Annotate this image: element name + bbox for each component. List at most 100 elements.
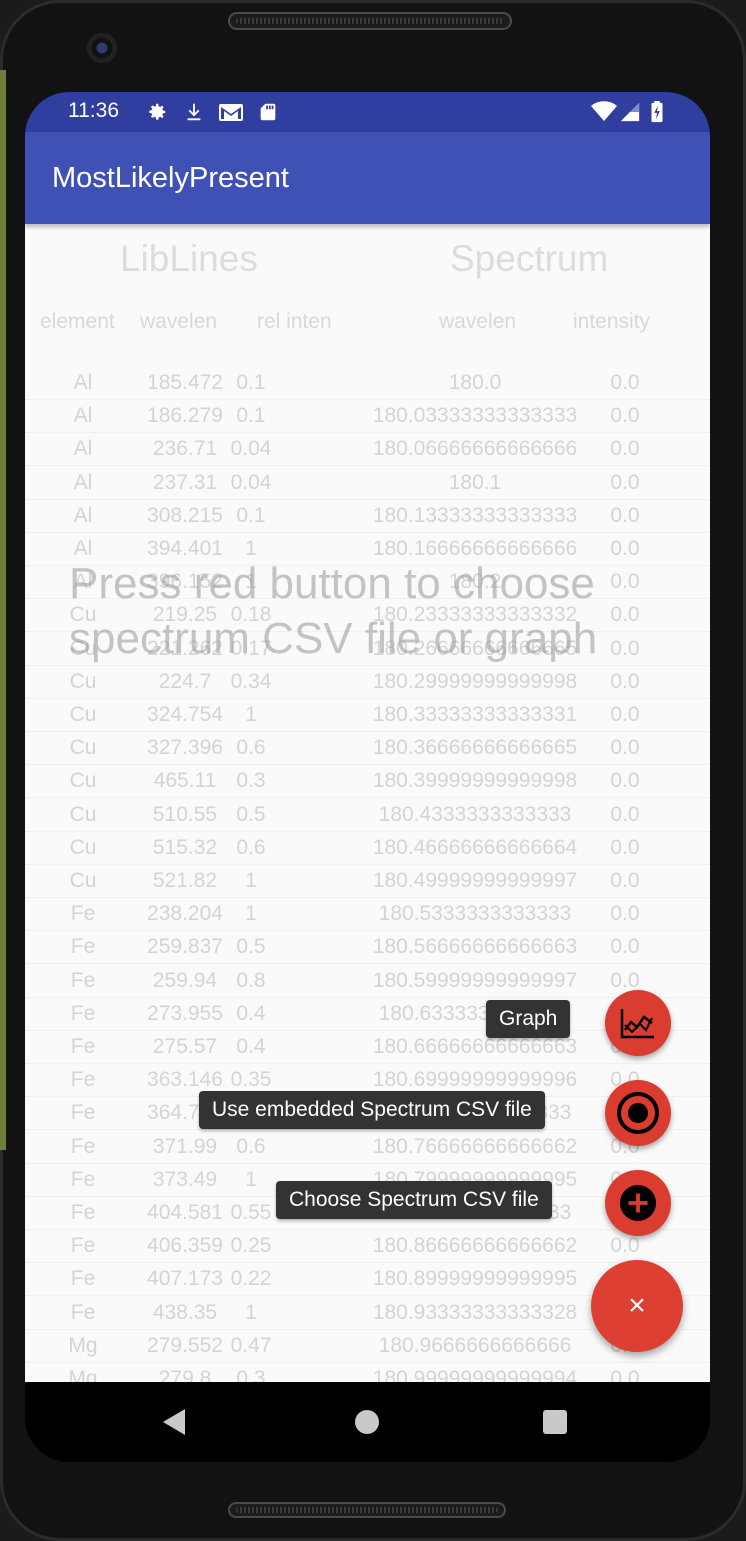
table-cell-wavelen: 407.173	[147, 1267, 223, 1291]
table-cell-element: Al	[73, 404, 93, 428]
back-icon[interactable]	[163, 1409, 185, 1435]
close-fab-button[interactable]: ×	[591, 1260, 683, 1352]
table-cell-element: Fe	[70, 1167, 96, 1191]
table-row[interactable]: Al 308.215 0.1 180.13333333333333 0.0	[25, 499, 710, 533]
table-cell-element: Al	[73, 371, 93, 394]
table-row[interactable]: Fe 259.837 0.5 180.56666666666663 0.0	[25, 930, 710, 965]
table-cell-wavelen: 371.99	[152, 1134, 218, 1158]
table-cell-element: Fe	[70, 902, 96, 926]
column-header-element: element	[40, 310, 115, 333]
table-cell-wavelen: 259.837	[147, 935, 223, 959]
table-row[interactable]: Cu 510.55 0.5 180.4333333333333 0.0	[25, 798, 710, 832]
table-cell-spec: 180.89999999999995	[372, 1267, 578, 1291]
table-cell-inten: 0.0	[610, 470, 640, 494]
table-cell-rel: 0.47	[230, 1333, 272, 1357]
table-row[interactable]: Al 237.31 0.04 180.1 0.0	[25, 466, 710, 500]
table-cell-inten: 0.0	[610, 1234, 640, 1258]
table-row[interactable]: Cu 465.11 0.3 180.39999999999998 0.0	[25, 764, 710, 799]
table-cell-rel: 0.1	[236, 404, 266, 428]
table-cell-spec: 180.56666666666663	[372, 935, 578, 959]
table-row[interactable]: Fe 238.204 1 180.5333333333333 0.0	[25, 897, 710, 932]
home-icon[interactable]	[355, 1410, 379, 1434]
table-cell-inten: 0.0	[610, 902, 640, 926]
sd-card-icon	[260, 103, 276, 121]
table-cell-inten: 0.0	[610, 736, 640, 760]
status-time: 11:36	[68, 99, 119, 122]
choose-csv-button[interactable]	[605, 1170, 671, 1236]
table-row[interactable]: Fe 406.359 0.25 180.86666666666662 0.0	[25, 1229, 710, 1264]
table-row[interactable]: Cu 521.82 1 180.49999999999997 0.0	[25, 864, 710, 898]
column-header-spectrum-wavelen: wavelen	[439, 310, 517, 333]
table-row[interactable]: Al 236.71 0.04 180.06666666666666 0.0	[25, 432, 710, 467]
table-cell-inten: 0.0	[610, 703, 640, 726]
table-cell-wavelen: 406.359	[147, 1234, 223, 1258]
graph-label[interactable]: Graph	[486, 1000, 571, 1038]
spectrum-heading: Spectrum	[450, 238, 609, 279]
table-cell-element: Fe	[70, 1001, 96, 1025]
table-cell-rel: 1	[245, 1167, 257, 1191]
table-cell-rel: 0.4	[236, 1035, 266, 1058]
earpiece-speaker	[228, 12, 512, 30]
table-cell-element: Fe	[70, 1134, 96, 1158]
embedded-csv-button[interactable]	[605, 1080, 671, 1146]
table-cell-element: Fe	[70, 1234, 96, 1258]
table-cell-rel: 0.1	[236, 371, 266, 394]
table-cell-rel: 0.04	[230, 470, 272, 494]
table-cell-spec: 180.76666666666662	[372, 1134, 578, 1158]
bottom-speaker	[228, 1502, 506, 1518]
choose-csv-label[interactable]: Choose Spectrum CSV file	[276, 1181, 552, 1219]
main-content: LibLines Spectrum element wavelen rel in…	[25, 224, 710, 1382]
embedded-csv-label[interactable]: Use embedded Spectrum CSV file	[199, 1091, 545, 1129]
table-cell-rel: 0.6	[236, 736, 266, 760]
table-row[interactable]: Al 185.472 0.1 180.0 0.0	[25, 366, 710, 400]
table-cell-rel: 0.3	[236, 1367, 266, 1382]
table-cell-element: Cu	[69, 769, 97, 793]
table-cell-wavelen: 515.32	[152, 835, 218, 859]
table-row[interactable]: Fe 371.99 0.6 180.76666666666662 0.0	[25, 1130, 710, 1164]
table-cell-spec: 180.46666666666664	[372, 835, 578, 859]
status-bar: 11:36	[25, 92, 710, 132]
table-cell-wavelen: 279.8	[158, 1367, 212, 1382]
table-cell-spec: 180.13333333333333	[372, 503, 578, 527]
table-row[interactable]: Cu 327.396 0.6 180.36666666666665 0.0	[25, 731, 710, 766]
table-cell-wavelen: 186.279	[147, 404, 223, 428]
table-cell-inten: 0.0	[610, 935, 640, 959]
table-cell-wavelen: 373.49	[152, 1167, 218, 1191]
table-row[interactable]: Cu 224.7 0.34 180.29999999999998 0.0	[25, 665, 710, 699]
table-row[interactable]: Al 186.279 0.1 180.03333333333333 0.0	[25, 399, 710, 434]
table-row[interactable]: Cu 324.754 1 180.33333333333331 0.0	[25, 698, 710, 732]
table-cell-element: Fe	[70, 935, 96, 959]
table-cell-rel: 0.22	[230, 1267, 272, 1291]
table-cell-wavelen: 185.472	[147, 371, 223, 394]
table-cell-element: Cu	[69, 703, 97, 726]
table-cell-inten: 0.0	[610, 769, 640, 793]
table-cell-wavelen: 224.7	[158, 669, 212, 693]
table-cell-inten: 0.0	[610, 802, 640, 826]
table-cell-element: Cu	[69, 835, 97, 859]
table-row[interactable]: Fe 259.94 0.8 180.59999999999997 0.0	[25, 964, 710, 998]
table-cell-element: Mg	[68, 1333, 98, 1357]
table-row[interactable]: Mg 279.8 0.3 180.99999999999994 0.0	[25, 1362, 710, 1382]
table-cell-spec: 180.93333333333328	[372, 1300, 578, 1324]
table-row[interactable]: Cu 515.32 0.6 180.46666666666664 0.0	[25, 831, 710, 865]
table-cell-element: Al	[73, 437, 93, 461]
table-cell-wavelen: 237.31	[152, 470, 218, 494]
table-cell-element: Al	[73, 503, 93, 527]
table-cell-wavelen: 521.82	[152, 869, 218, 892]
table-cell-wavelen: 308.215	[147, 503, 223, 527]
table-cell-inten: 0.0	[610, 1367, 640, 1382]
table-cell-rel: 0.3	[236, 769, 266, 793]
hint-message: Press red button to choose spectrum CSV …	[69, 559, 598, 663]
table-cell-rel: 0.55	[230, 1201, 272, 1224]
table-cell-rel: 0.34	[230, 669, 272, 693]
table-cell-inten: 0.0	[610, 968, 640, 992]
table-cell-spec: 180.69999999999996	[372, 1068, 578, 1092]
table-cell-wavelen: 363.146	[147, 1068, 223, 1092]
table-cell-spec: 180.36666666666665	[372, 736, 578, 760]
table-cell-spec: 180.03333333333333	[372, 404, 578, 428]
recents-icon[interactable]	[543, 1410, 567, 1434]
table-cell-inten: 0.0	[610, 371, 640, 394]
download-icon	[187, 103, 201, 121]
graph-button[interactable]	[605, 990, 671, 1056]
table-cell-wavelen: 465.11	[153, 769, 217, 793]
